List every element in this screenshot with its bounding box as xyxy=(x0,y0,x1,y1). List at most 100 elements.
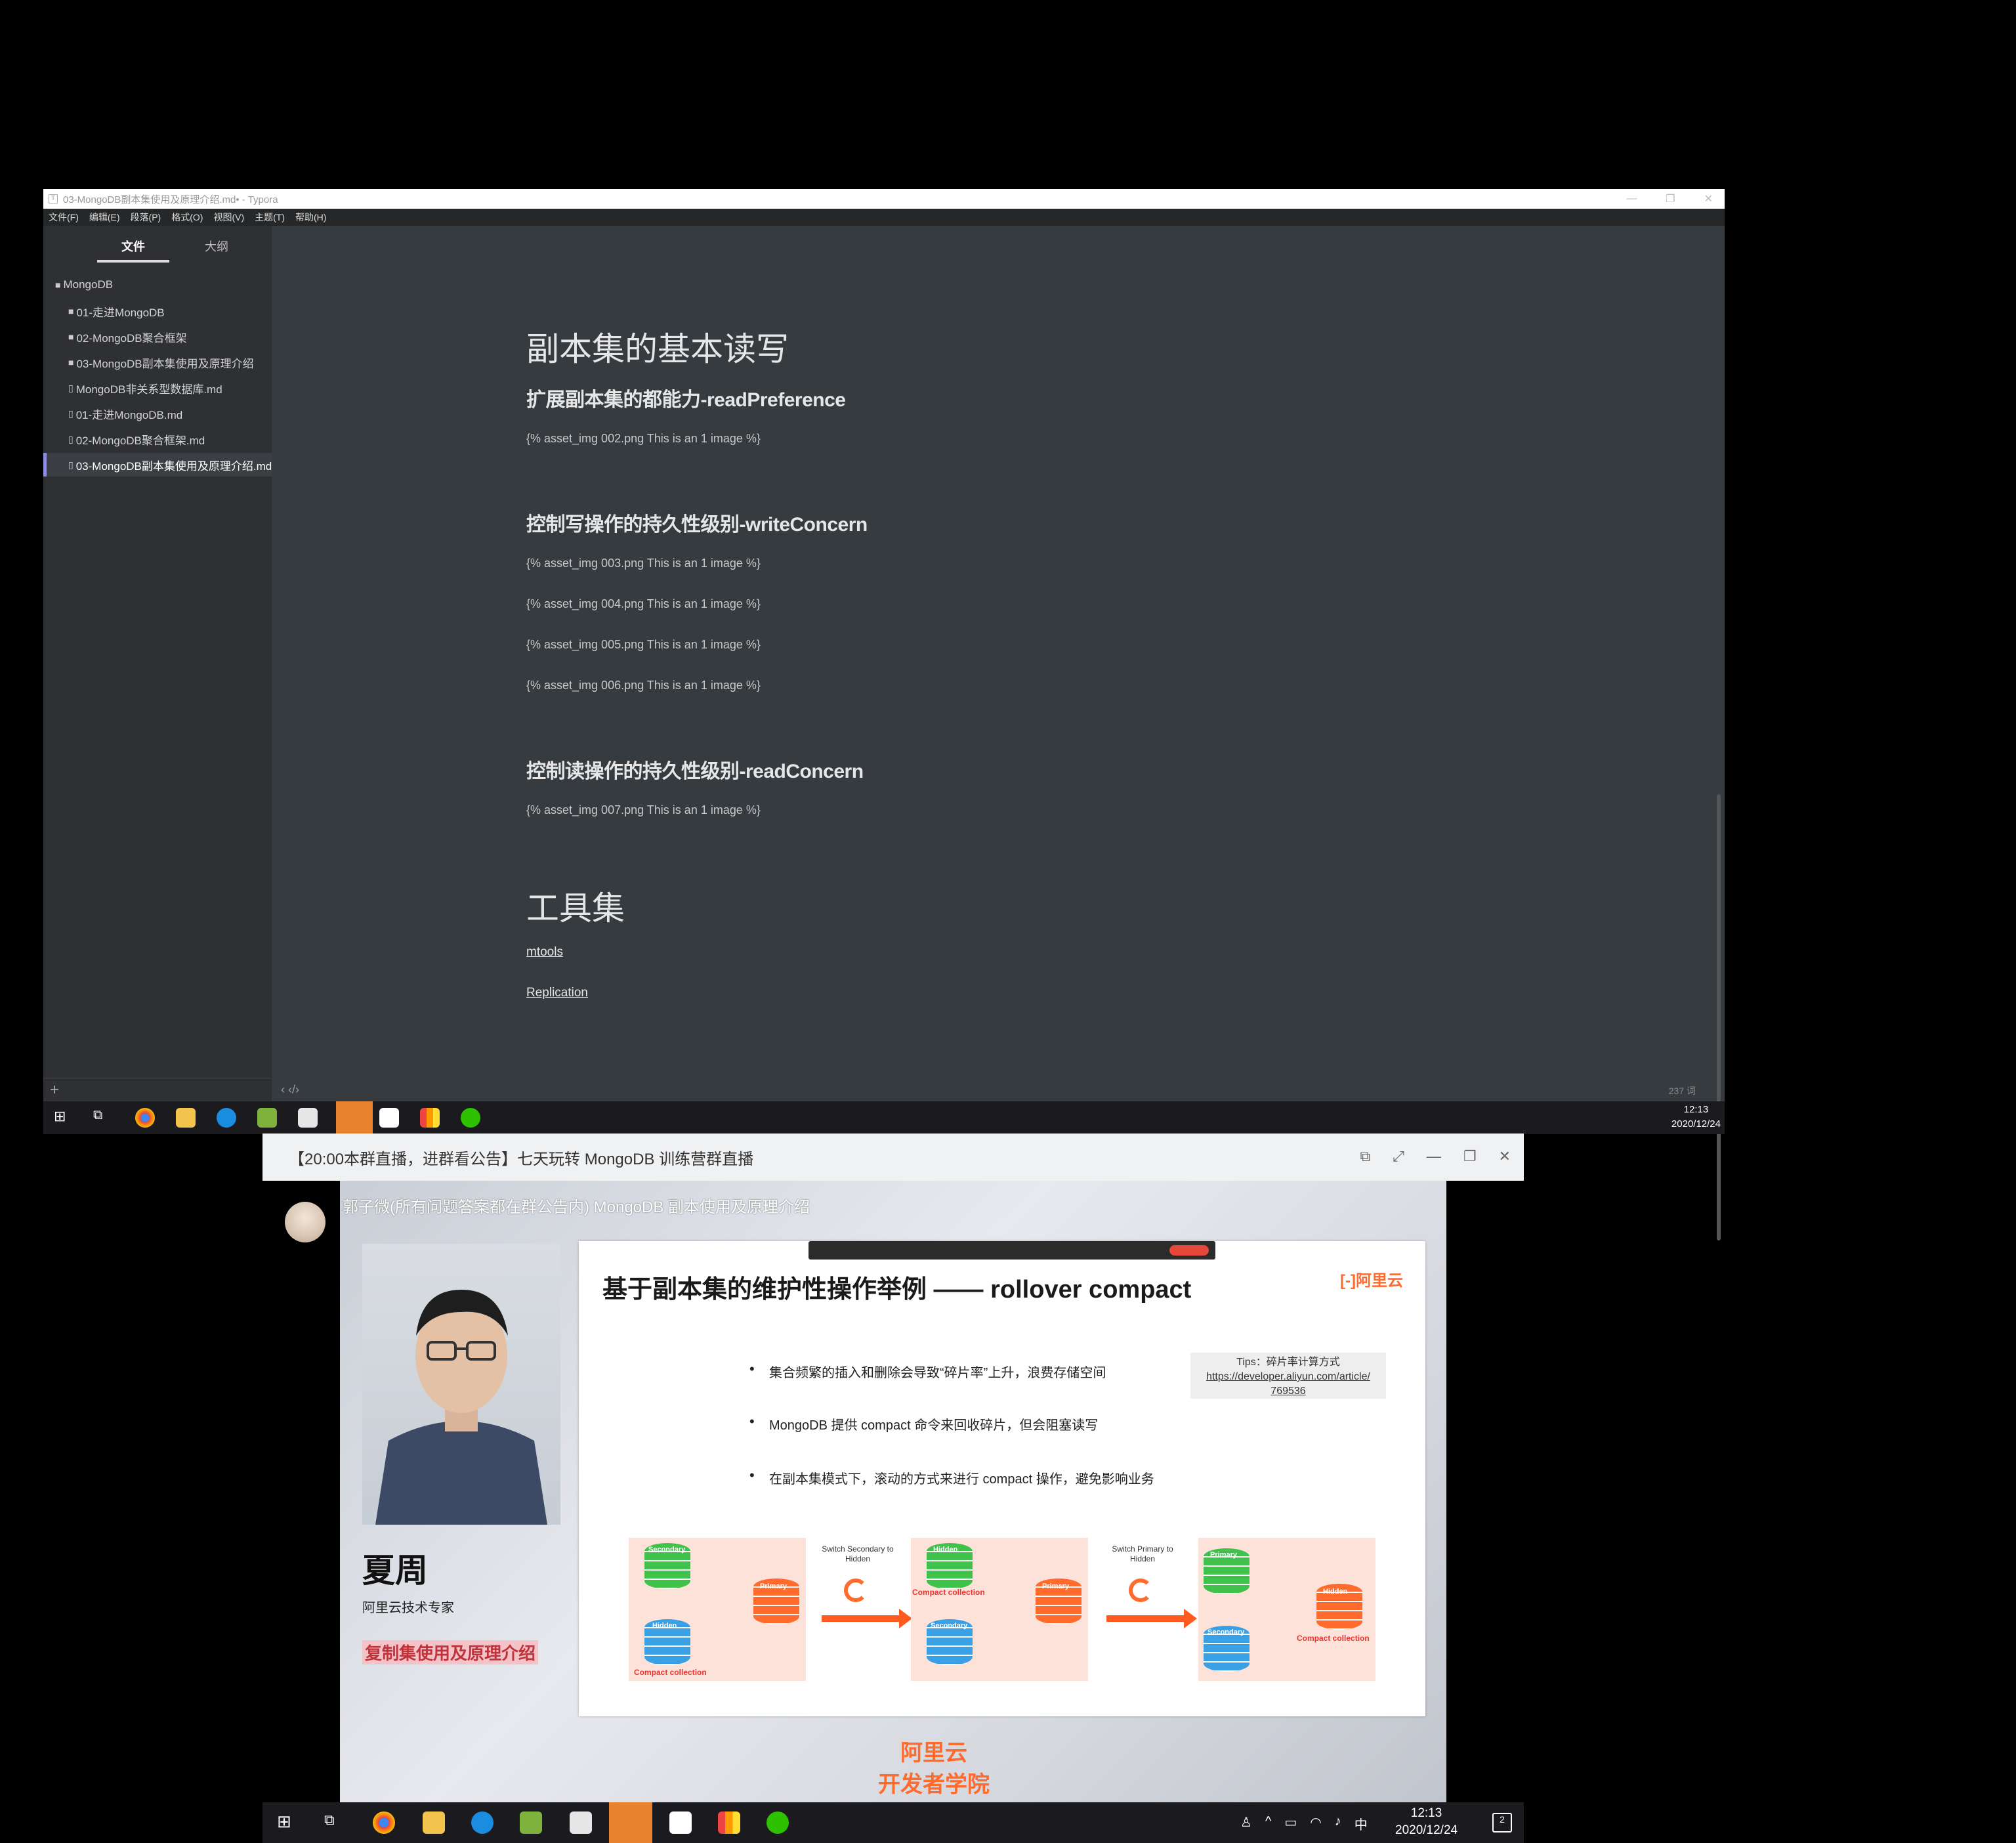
speaker-video xyxy=(362,1244,560,1525)
minimize-icon[interactable]: — xyxy=(1427,1148,1441,1165)
diagram-stage-2: Hidden Compact collection Primary Second… xyxy=(911,1538,1088,1681)
start-windows-icon[interactable]: ⊞ xyxy=(277,1811,299,1834)
switch-cycle-icon xyxy=(1129,1578,1152,1602)
popout-icon[interactable]: ⧉ xyxy=(1360,1148,1371,1165)
live-stream-window: 【20:00本群直播，进群看公告】七天玩转 MongoDB 训练营群直播 ⧉ ⤢… xyxy=(262,1133,1524,1843)
maximize-button[interactable]: ❐ xyxy=(1666,192,1675,205)
word-count[interactable]: 237 词 xyxy=(1669,1084,1696,1097)
tree-file-nosql[interactable]: ▯ MongoDB非关系型数据库.md xyxy=(68,379,265,397)
tree-folder-01[interactable]: ■ 01-走进MongoDB xyxy=(68,302,265,320)
record-indicator xyxy=(1169,1245,1209,1256)
notification-center-icon[interactable]: 2 xyxy=(1492,1813,1512,1832)
minimize-button[interactable]: — xyxy=(1626,193,1637,205)
file-explorer-icon[interactable] xyxy=(423,1811,445,1834)
file-icon: ▯ xyxy=(68,459,74,470)
volume-icon[interactable]: ♪ xyxy=(1335,1814,1341,1833)
tree-folder-mongodb[interactable]: ■ MongoDB xyxy=(55,276,265,294)
slide-title: 基于副本集的维护性操作举例 —— rollover compact xyxy=(602,1276,1192,1303)
menu-theme[interactable]: 主题(T) xyxy=(255,211,285,224)
typora-window-title: 03-MongoDB副本集使用及原理介绍.md• - Typora xyxy=(63,194,278,205)
tree-folder-02[interactable]: ■ 02-MongoDB聚合框架 xyxy=(68,328,265,346)
typora-icon[interactable] xyxy=(669,1811,692,1834)
diagram-stage-3: Primary Hidden Compact collection Second… xyxy=(1198,1538,1376,1681)
file-explorer-icon[interactable] xyxy=(176,1108,196,1128)
fullscreen-icon[interactable]: ⤢ xyxy=(1393,1148,1404,1165)
heading-tools: 工具集 xyxy=(526,890,625,927)
sublime-icon[interactable] xyxy=(718,1811,740,1834)
wechat-icon[interactable] xyxy=(766,1811,789,1834)
heading-read-concern: 控制读操作的持久性级别-readConcern xyxy=(526,761,864,782)
ime-indicator[interactable]: 中 xyxy=(1354,1814,1368,1833)
feishu-icon[interactable] xyxy=(609,1802,652,1843)
speaker-name: 夏周 xyxy=(362,1552,428,1589)
tree-file-02[interactable]: ▯ 02-MongoDB聚合框架.md xyxy=(68,430,265,448)
presentation-slide: 基于副本集的维护性操作举例 —— rollover compact [-]阿里云… xyxy=(579,1241,1425,1716)
status-bar: ‹ ‹/› 237 词 xyxy=(272,1079,1725,1101)
folder-icon: ■ xyxy=(68,331,74,342)
menu-edit[interactable]: 编辑(E) xyxy=(89,211,120,224)
arrow-right-icon xyxy=(1106,1609,1197,1628)
tab-outline[interactable]: 大纲 xyxy=(196,238,238,255)
speaker-role: 阿里云技术专家 xyxy=(362,1601,454,1615)
diagram-stage-1: Secondary Primary Hidden Compact collect… xyxy=(629,1538,806,1681)
menu-paragraph[interactable]: 段落(P) xyxy=(131,211,161,224)
host-avatar[interactable] xyxy=(285,1202,326,1242)
image-placeholder-002: {% asset_img 002.png This is an 1 image … xyxy=(526,432,761,445)
start-windows-icon[interactable]: ⊞ xyxy=(54,1108,74,1128)
editor-content[interactable]: 副本集的基本读写 扩展副本集的都能力-readPreference {% ass… xyxy=(272,226,1725,1079)
arrow-right-icon xyxy=(822,1609,912,1628)
chevron-up-icon[interactable]: ^ xyxy=(1265,1814,1271,1833)
heading-read-preference: 扩展副本集的都能力-readPreference xyxy=(526,389,846,411)
typora-menubar: 文件(F) 编辑(E) 段落(P) 格式(O) 视图(V) 主题(T) 帮助(H… xyxy=(43,209,1725,226)
wifi-icon[interactable]: ◠ xyxy=(1310,1814,1321,1833)
typora-icon[interactable] xyxy=(379,1108,399,1128)
notepad-icon[interactable] xyxy=(257,1108,277,1128)
task-view-icon[interactable]: ⧉ xyxy=(93,1108,113,1128)
feishu-icon[interactable] xyxy=(336,1101,373,1134)
terminal-icon[interactable] xyxy=(570,1811,592,1834)
system-clock-top[interactable]: 12:13 2020/12/24 xyxy=(1671,1103,1721,1132)
tree-file-01[interactable]: ▯ 01-走进MongoDB.md xyxy=(68,404,265,423)
live-video[interactable]: 郭子微(所有问题答案都在群公告内) MongoDB 副本使用及原理介绍 夏周 阿… xyxy=(340,1181,1446,1843)
tips-box: Tips：碎片率计算方式 https://developer.aliyun.co… xyxy=(1190,1353,1386,1399)
battery-icon[interactable]: ▭ xyxy=(1284,1814,1297,1833)
restore-icon[interactable]: ❐ xyxy=(1463,1148,1477,1165)
menu-format[interactable]: 格式(O) xyxy=(171,211,203,224)
menu-file[interactable]: 文件(F) xyxy=(49,211,79,224)
menu-view[interactable]: 视图(V) xyxy=(213,211,244,224)
task-view-icon[interactable]: ⧉ xyxy=(324,1811,346,1834)
chrome-icon[interactable] xyxy=(135,1108,155,1128)
typora-window: T 03-MongoDB副本集使用及原理介绍.md• - Typora — ❐ … xyxy=(43,189,1725,1240)
close-icon[interactable]: ✕ xyxy=(1499,1148,1511,1165)
chrome-icon[interactable] xyxy=(373,1811,395,1834)
terminal-icon[interactable] xyxy=(298,1108,318,1128)
close-button[interactable]: ✕ xyxy=(1704,192,1713,205)
heading-replica-basic: 副本集的基本读写 xyxy=(526,331,789,368)
file-sidebar: 文件 大纲 ■ MongoDB ■ 01-走进MongoDB ■ 02-MongoDB… xyxy=(43,226,272,1101)
editor-scrollbar[interactable] xyxy=(1717,794,1721,1240)
source-mode-toggle[interactable]: ‹ ‹/› xyxy=(281,1083,299,1097)
edge-icon[interactable] xyxy=(471,1811,494,1834)
arrow-label-1: Switch Secondary to Hidden xyxy=(822,1544,894,1563)
link-mtools[interactable]: mtools xyxy=(526,945,563,960)
wechat-icon[interactable] xyxy=(461,1108,480,1128)
file-icon: ▯ xyxy=(68,433,74,444)
tab-files[interactable]: 文件 xyxy=(97,238,169,263)
tree-folder-03[interactable]: ■ 03-MongoDB副本集使用及原理介绍 xyxy=(68,353,272,371)
sidebar-footer: + xyxy=(43,1078,272,1101)
people-icon[interactable]: ♙ xyxy=(1240,1814,1252,1833)
sublime-icon[interactable] xyxy=(420,1108,440,1128)
tree-file-03-active[interactable]: ▯ 03-MongoDB副本集使用及原理介绍.md xyxy=(43,453,272,477)
slide-bullet-1: 集合频繁的插入和删除会导致“碎片率”上升，浪费存储空间 xyxy=(749,1361,1106,1381)
aliyun-academy-brand: 阿里云 开发者学院 xyxy=(878,1741,990,1797)
image-placeholder-005: {% asset_img 005.png This is an 1 image … xyxy=(526,638,761,651)
edge-icon[interactable] xyxy=(217,1108,236,1128)
image-placeholder-006: {% asset_img 006.png This is an 1 image … xyxy=(526,679,761,692)
add-file-button[interactable]: + xyxy=(50,1081,59,1099)
link-replication[interactable]: Replication xyxy=(526,986,588,1000)
system-clock-bottom[interactable]: 12:13 2020/12/24 xyxy=(1395,1805,1458,1839)
notepad-icon[interactable] xyxy=(520,1811,542,1834)
slide-bullet-2: MongoDB 提供 compact 命令来回收碎片，但会阻塞读写 xyxy=(749,1413,1098,1433)
sidebar-tabs: 文件 大纲 xyxy=(43,226,272,265)
menu-help[interactable]: 帮助(H) xyxy=(295,211,326,224)
